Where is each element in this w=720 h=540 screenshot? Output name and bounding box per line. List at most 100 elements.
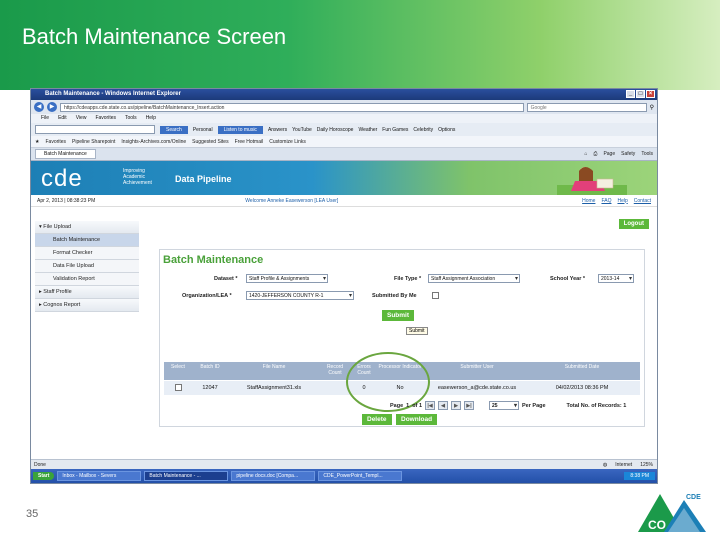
toolbar-item-youtube[interactable]: YouTube — [292, 127, 312, 133]
per-page-label: Per Page — [522, 402, 546, 409]
dataset-select[interactable]: Staff Profile & Assignments — [246, 274, 328, 283]
toolbar-item-options[interactable]: Options — [438, 127, 455, 133]
total-records: Total No. of Records: 1 — [566, 402, 627, 409]
windows-taskbar: Start Inbox - Mailbox - Severs Batch Mai… — [31, 469, 657, 483]
cde-logo[interactable]: cde — [41, 165, 83, 193]
logout-button[interactable]: Logout — [618, 219, 649, 229]
app-banner: cde Improving Academic Achievement Data … — [31, 161, 657, 195]
col-batch-id[interactable]: Batch ID — [192, 362, 228, 380]
logo-co-text: CO — [648, 518, 666, 532]
logo-cde-text: CDE — [686, 494, 701, 501]
menu-help[interactable]: Help — [146, 114, 156, 123]
browser-search-input[interactable]: Google — [526, 102, 647, 112]
row-select-cell — [164, 383, 192, 393]
tool-page[interactable]: Page — [603, 151, 615, 157]
row-select-checkbox[interactable] — [174, 383, 182, 391]
maximize-icon[interactable]: □ — [636, 90, 645, 98]
nav-data-file-upload[interactable]: Data File Upload — [35, 260, 139, 273]
link-contact[interactable]: Contact — [634, 198, 651, 204]
tab-batch-maintenance[interactable]: Batch Maintenance — [35, 149, 96, 159]
filetype-select[interactable]: Staff Assignment Association — [428, 274, 520, 283]
slide-header: Batch Maintenance Screen — [0, 0, 720, 90]
welcome-text: Welcome Anneke Easewerson [LEA User] — [245, 197, 339, 204]
tool-tools[interactable]: Tools — [641, 151, 653, 157]
submitted-by-me-checkbox[interactable] — [432, 292, 439, 299]
forward-icon[interactable]: ▶ — [47, 102, 57, 112]
col-submitted-date[interactable]: Submitted Date — [532, 362, 632, 380]
nav-staff-profile[interactable]: ▸ Staff Profile — [35, 286, 139, 299]
download-button[interactable]: Download — [396, 414, 438, 425]
menu-edit[interactable]: Edit — [58, 114, 67, 123]
toolbar-search-input[interactable] — [35, 125, 155, 134]
toolbar-item-celebrity[interactable]: Celebrity — [413, 127, 433, 133]
fav-suggested-sites[interactable]: Suggested Sites — [192, 139, 228, 145]
search-icon[interactable]: ⚲ — [650, 104, 654, 111]
nav-batch-maintenance[interactable]: Batch Maintenance — [35, 234, 139, 247]
task-inbox[interactable]: Inbox - Mailbox - Severs — [57, 471, 142, 481]
minimize-icon[interactable]: _ — [626, 90, 635, 98]
nav-cognos-report[interactable]: ▸ Cognos Report — [35, 299, 139, 312]
favorites-label[interactable]: Favorites — [45, 139, 66, 145]
menu-view[interactable]: View — [76, 114, 87, 123]
menu-favorites[interactable]: Favorites — [95, 114, 116, 123]
page-number[interactable]: 1 — [406, 403, 409, 409]
nav-validation-report[interactable]: Validation Report — [35, 273, 139, 286]
nav-label: Staff Profile — [43, 289, 72, 295]
star-icon[interactable]: ★ — [35, 139, 39, 145]
page-of: of 1 — [412, 402, 422, 409]
first-page-icon[interactable]: |◀ — [425, 401, 435, 410]
reading-girl-image — [557, 167, 627, 195]
org-label: Organization/LEA * — [182, 293, 232, 299]
col-select[interactable]: Select — [164, 362, 192, 380]
prev-page-icon[interactable]: ◀ — [438, 401, 448, 410]
toolbar-item-personal[interactable]: Personal — [193, 127, 213, 133]
schoolyear-select[interactable]: 2013-14 — [598, 274, 634, 283]
address-row: ◀ ▶ https://cdeapps.cde.state.co.us/pipe… — [31, 100, 657, 114]
start-button[interactable]: Start — [33, 472, 55, 480]
toolbar-search-button[interactable]: Search — [160, 125, 188, 134]
print-icon[interactable]: ⎙ — [593, 151, 597, 157]
fav-free-hotmail[interactable]: Free Hotmail — [235, 139, 264, 145]
window-controls: _ □ × — [626, 90, 655, 98]
browser-status-bar: Done ◍ Internet 125% — [31, 459, 657, 469]
delete-button[interactable]: Delete — [362, 414, 392, 425]
submit-button[interactable]: Submit — [382, 310, 415, 321]
nav-label: File Upload — [43, 224, 72, 230]
fav-insights[interactable]: Insights-Archives.com/Online — [121, 139, 186, 145]
toolbar-item-music[interactable]: Listen to music — [217, 125, 263, 134]
toolbar-item-games[interactable]: Fun Games — [382, 127, 408, 133]
tool-safety[interactable]: Safety — [621, 151, 635, 157]
menu-file[interactable]: File — [41, 114, 49, 123]
filetype-label: File Type * — [394, 276, 422, 282]
nav-format-checker[interactable]: Format Checker — [35, 247, 139, 260]
address-bar[interactable]: https://cdeapps.cde.state.co.us/pipeline… — [60, 102, 524, 112]
col-submitter-user[interactable]: Submitter User — [422, 362, 532, 380]
link-home[interactable]: Home — [582, 198, 595, 204]
toolbar-item-horoscope[interactable]: Daily Horoscope — [317, 127, 354, 133]
close-icon[interactable]: × — [646, 90, 655, 98]
link-faq[interactable]: FAQ — [601, 198, 611, 204]
favorites-bar: ★ Favorites Pipeline Sharepoint Insights… — [31, 136, 657, 148]
menu-tools[interactable]: Tools — [125, 114, 137, 123]
col-file-name[interactable]: File Name — [228, 362, 320, 380]
addon-toolbar: Search Personal Listen to music Answers … — [31, 123, 657, 136]
link-help[interactable]: Help — [617, 198, 627, 204]
last-page-icon[interactable]: ▶| — [464, 401, 474, 410]
cell-file-name[interactable]: StaffAssignment31.xls — [228, 385, 320, 391]
home-icon[interactable]: ⌂ — [584, 151, 587, 157]
fav-pipeline-sharepoint[interactable]: Pipeline Sharepoint — [72, 139, 115, 145]
task-powerpoint[interactable]: CDE_PowerPoint_Templ... — [318, 471, 403, 481]
toolbar-item-weather[interactable]: Weather — [358, 127, 377, 133]
nav-file-upload[interactable]: ▾ File Upload — [35, 221, 139, 234]
task-pipeline-doc[interactable]: pipeline docs.doc [Compa... — [231, 471, 316, 481]
cde-logo-subtitle: Improving Academic Achievement — [123, 168, 152, 186]
back-icon[interactable]: ◀ — [34, 102, 44, 112]
tab-row: Batch Maintenance ⌂ ⎙ Page Safety Tools — [31, 148, 657, 161]
toolbar-item-answers[interactable]: Answers — [268, 127, 287, 133]
per-page-select[interactable]: 25 — [489, 401, 519, 410]
slide-title: Batch Maintenance Screen — [22, 24, 287, 49]
org-select[interactable]: 1420-JEFFERSON COUNTY R-1 — [246, 291, 354, 300]
fav-customize-links[interactable]: Customize Links — [269, 139, 306, 145]
task-batch-maintenance[interactable]: Batch Maintenance - ... — [144, 471, 229, 481]
next-page-icon[interactable]: ▶ — [451, 401, 461, 410]
